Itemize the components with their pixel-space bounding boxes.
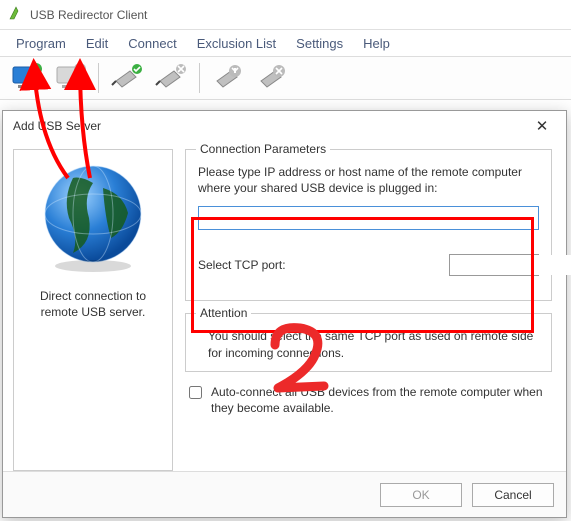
globe-icon	[33, 158, 153, 278]
autoconnect-row[interactable]: Auto-connect all USB devices from the re…	[185, 384, 552, 416]
menu-program[interactable]: Program	[6, 32, 76, 55]
menu-exclusion-list[interactable]: Exclusion List	[187, 32, 286, 55]
port-row: Select TCP port: ▲ ▼	[198, 254, 539, 276]
menu-edit[interactable]: Edit	[76, 32, 118, 55]
menu-help[interactable]: Help	[353, 32, 400, 55]
autoconnect-label: Auto-connect all USB devices from the re…	[211, 384, 552, 416]
port-label: Select TCP port:	[198, 258, 286, 272]
connection-parameters-legend: Connection Parameters	[196, 142, 330, 156]
dialog-body: Direct connection to remote USB server. …	[3, 141, 566, 471]
close-icon: ✕	[536, 117, 549, 135]
dialog-close-button[interactable]: ✕	[528, 115, 556, 137]
toolbar-accept-device[interactable]	[208, 58, 248, 98]
menu-connect[interactable]: Connect	[118, 32, 186, 55]
dialog-titlebar: Add USB Server ✕	[3, 111, 566, 141]
toolbar-add-server[interactable]	[6, 58, 46, 98]
menubar: Program Edit Connect Exclusion List Sett…	[0, 30, 571, 56]
attention-legend: Attention	[196, 306, 251, 320]
toolbar-disconnect-device[interactable]	[151, 58, 191, 98]
attention-group: Attention You should select the same TCP…	[185, 313, 552, 371]
connection-parameters-group: Connection Parameters Please type IP add…	[185, 149, 552, 301]
autoconnect-checkbox[interactable]	[189, 386, 202, 399]
toolbar-remove-server[interactable]	[50, 58, 90, 98]
left-panel-label: Direct connection to remote USB server.	[14, 288, 172, 320]
dialog-title-text: Add USB Server	[13, 119, 101, 133]
app-icon	[8, 5, 30, 24]
toolbar-connect-device[interactable]	[107, 58, 147, 98]
port-spinner[interactable]: ▲ ▼	[449, 254, 539, 276]
port-input[interactable]	[450, 255, 571, 275]
menu-settings[interactable]: Settings	[286, 32, 353, 55]
dialog-right-panel: Connection Parameters Please type IP add…	[185, 149, 556, 471]
dialog-left-panel: Direct connection to remote USB server.	[13, 149, 173, 471]
toolbar-separator	[98, 63, 99, 93]
add-usb-server-dialog: Add USB Server ✕	[2, 110, 567, 518]
toolbar	[0, 56, 571, 100]
toolbar-reject-device[interactable]	[252, 58, 292, 98]
titlebar: USB Redirector Client	[0, 0, 571, 30]
attention-text: You should select the same TCP port as u…	[198, 328, 539, 360]
dialog-footer: OK Cancel	[3, 471, 566, 517]
ok-button[interactable]: OK	[380, 483, 462, 507]
ip-address-input[interactable]	[198, 206, 539, 230]
cancel-button[interactable]: Cancel	[472, 483, 554, 507]
window-title: USB Redirector Client	[30, 8, 147, 22]
connection-instruction: Please type IP address or host name of t…	[198, 164, 539, 196]
toolbar-separator	[199, 63, 200, 93]
